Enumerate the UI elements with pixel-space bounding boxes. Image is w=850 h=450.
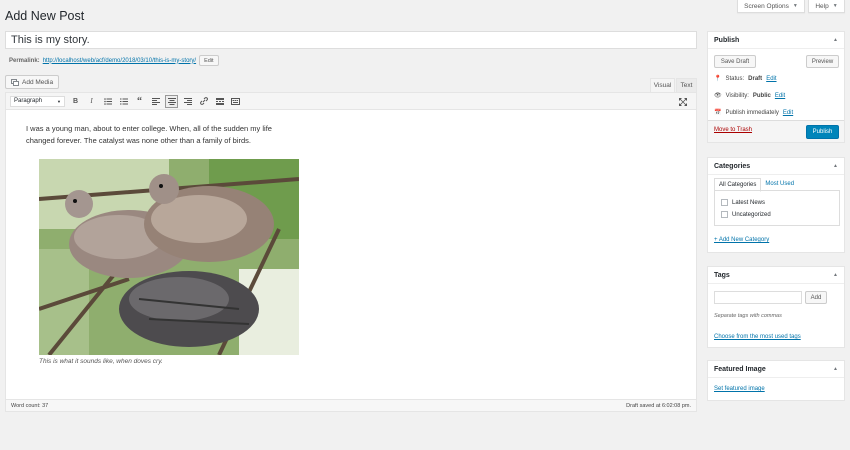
blockquote-icon[interactable]: “ bbox=[133, 95, 146, 108]
save-draft-button[interactable]: Save Draft bbox=[714, 55, 756, 68]
add-media-label: Add Media bbox=[22, 78, 54, 86]
post-title-input[interactable]: This is my story. bbox=[5, 31, 697, 49]
word-count: Word count: 37 bbox=[11, 402, 49, 409]
editor-area[interactable]: Paragraph ▼ B I “ I was a young man, abo… bbox=[5, 92, 697, 412]
help-button[interactable]: Help ▼ bbox=[808, 0, 845, 13]
visibility-label: Visibility: bbox=[725, 92, 749, 99]
tags-box: Tags ▲ Add Separate tags with commas Cho… bbox=[707, 266, 845, 348]
eye-icon: 👁 bbox=[714, 93, 722, 99]
visibility-value: Public bbox=[752, 92, 771, 99]
permalink-row: Permalink: http://localhost/web/acf/demo… bbox=[9, 55, 219, 66]
publish-box-title: Publish bbox=[714, 36, 740, 44]
choose-most-used-tags-link[interactable]: Choose from the most used tags bbox=[714, 334, 801, 340]
format-select-value: Paragraph bbox=[14, 98, 43, 104]
permalink-link[interactable]: http://localhost/web/acf/demo/2018/03/10… bbox=[43, 58, 196, 64]
publish-box-header[interactable]: Publish ▲ bbox=[708, 32, 844, 49]
post-title-value: This is my story. bbox=[11, 34, 90, 46]
doves-image[interactable] bbox=[39, 159, 299, 355]
publish-button[interactable]: Publish bbox=[806, 125, 839, 139]
tags-box-title: Tags bbox=[714, 271, 730, 279]
tags-box-header[interactable]: Tags ▲ bbox=[708, 267, 844, 284]
category-list: Latest News Uncategorized bbox=[714, 190, 840, 226]
italic-icon[interactable]: I bbox=[85, 95, 98, 108]
checkbox[interactable] bbox=[721, 199, 728, 206]
visibility-edit-link[interactable]: Edit bbox=[775, 93, 785, 99]
align-left-icon[interactable] bbox=[149, 95, 162, 108]
editor-toolbar: Paragraph ▼ B I “ bbox=[6, 93, 696, 110]
set-featured-image-link[interactable]: Set featured image bbox=[714, 386, 765, 392]
format-select[interactable]: Paragraph ▼ bbox=[10, 95, 65, 107]
align-right-icon[interactable] bbox=[181, 95, 194, 108]
fullscreen-icon[interactable] bbox=[676, 95, 689, 108]
bold-icon[interactable]: B bbox=[69, 95, 82, 108]
categories-box-header[interactable]: Categories ▲ bbox=[708, 158, 844, 175]
help-label: Help bbox=[815, 2, 829, 10]
add-new-category-link[interactable]: + Add New Category bbox=[714, 237, 769, 243]
post-content: I was a young man, about to enter colleg… bbox=[26, 123, 316, 147]
editor-status-bar: Word count: 37 Draft saved at 6:02:08 pm… bbox=[6, 399, 696, 411]
schedule-edit-link[interactable]: Edit bbox=[783, 110, 793, 116]
tab-text[interactable]: Text bbox=[676, 78, 697, 92]
category-label: Uncategorized bbox=[732, 211, 771, 218]
add-tag-button[interactable]: Add bbox=[805, 291, 827, 304]
align-center-icon[interactable] bbox=[165, 94, 178, 108]
categories-box: Categories ▲ All Categories Most Used La… bbox=[707, 157, 845, 253]
status-row: 📍 Status: Draft Edit bbox=[714, 75, 777, 83]
tags-hint: Separate tags with commas bbox=[714, 313, 782, 319]
link-icon[interactable] bbox=[197, 95, 210, 108]
move-to-trash-link[interactable]: Move to Trash bbox=[714, 127, 752, 133]
calendar-icon: 📅 bbox=[714, 110, 722, 116]
status-edit-link[interactable]: Edit bbox=[766, 76, 776, 82]
page-title: Add New Post bbox=[5, 9, 85, 23]
media-icon bbox=[11, 78, 19, 86]
paragraph-line: I was a young man, about to enter colleg… bbox=[26, 124, 272, 133]
category-item[interactable]: Latest News bbox=[721, 199, 765, 206]
featured-image-box: Featured Image ▲ Set featured image bbox=[707, 360, 845, 401]
featured-image-box-header[interactable]: Featured Image ▲ bbox=[708, 361, 844, 378]
paragraph-line: changed forever. The catalyst was none o… bbox=[26, 136, 251, 145]
permalink-edit-button[interactable]: Edit bbox=[199, 55, 219, 66]
categories-box-title: Categories bbox=[714, 162, 751, 170]
status-value: Draft bbox=[748, 75, 763, 82]
checkbox[interactable] bbox=[721, 211, 728, 218]
caret-down-icon: ▼ bbox=[57, 98, 61, 104]
bullet-list-icon[interactable] bbox=[101, 95, 114, 108]
image-caption: This is what it sounds like, when doves … bbox=[39, 358, 163, 365]
numbered-list-icon[interactable] bbox=[117, 95, 130, 108]
caret-up-icon[interactable]: ▲ bbox=[833, 366, 838, 372]
pin-icon: 📍 bbox=[714, 76, 722, 82]
caret-up-icon[interactable]: ▲ bbox=[833, 163, 838, 169]
visibility-row: 👁 Visibility: Public Edit bbox=[714, 92, 785, 100]
preview-button[interactable]: Preview bbox=[806, 55, 839, 68]
screen-options-label: Screen Options bbox=[744, 2, 789, 10]
draft-saved-status: Draft saved at 6:02:08 pm. bbox=[626, 402, 691, 409]
read-more-icon[interactable] bbox=[213, 95, 226, 108]
caret-down-icon: ▼ bbox=[792, 3, 798, 9]
schedule-label: Publish immediately bbox=[725, 109, 779, 116]
publish-actions: Move to Trash Publish bbox=[708, 120, 844, 142]
category-item[interactable]: Uncategorized bbox=[721, 211, 771, 218]
caret-down-icon: ▼ bbox=[832, 3, 838, 9]
caret-up-icon[interactable]: ▲ bbox=[833, 37, 838, 43]
add-media-button[interactable]: Add Media bbox=[5, 75, 60, 89]
screen-options-button[interactable]: Screen Options ▼ bbox=[737, 0, 805, 13]
category-label: Latest News bbox=[732, 199, 766, 206]
schedule-row: 📅 Publish immediately Edit bbox=[714, 109, 793, 117]
status-label: Status: bbox=[725, 75, 745, 82]
caret-up-icon[interactable]: ▲ bbox=[833, 272, 838, 278]
tab-visual[interactable]: Visual bbox=[650, 78, 675, 92]
permalink-label: Permalink: bbox=[9, 57, 40, 64]
featured-image-box-title: Featured Image bbox=[714, 365, 766, 373]
publish-box: Publish ▲ Save Draft Preview 📍 Status: D… bbox=[707, 31, 845, 143]
tag-input[interactable] bbox=[714, 291, 802, 304]
toolbar-toggle-icon[interactable] bbox=[229, 95, 242, 108]
